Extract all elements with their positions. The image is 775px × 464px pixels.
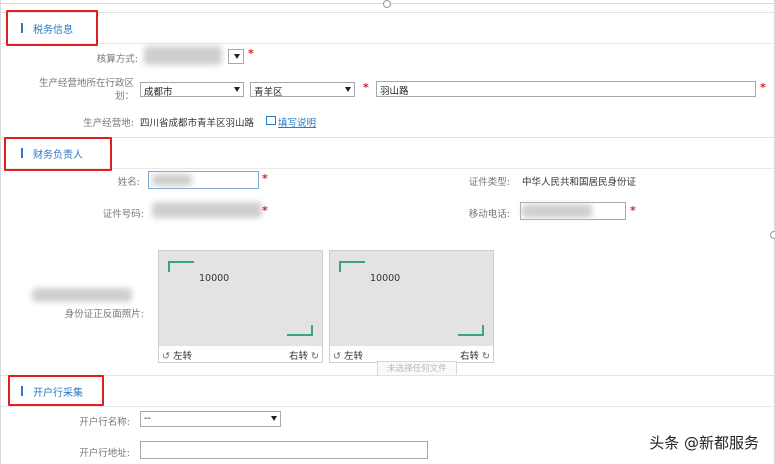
crop-corner-icon [339, 261, 365, 272]
city-select-value: 成都市 [144, 87, 173, 98]
required-mark: * [248, 47, 254, 60]
id-photo-label: 身份证正反面照片: [64, 309, 144, 320]
id-type-label: 证件类型: [468, 177, 510, 188]
resize-handle-right[interactable] [770, 231, 775, 239]
crop-corner-icon [287, 325, 313, 336]
watermark: 头条 @新都服务 [649, 434, 759, 452]
finance-section-header: 财务负责人 [1, 137, 774, 169]
photo-back-text: 10000 [370, 273, 401, 284]
bank-address-input[interactable] [140, 441, 428, 459]
rotate-right-icon: ↻ [311, 351, 319, 362]
rotate-right-icon: ↻ [482, 351, 490, 362]
required-mark: * [630, 204, 636, 217]
mobile-redacted [522, 204, 592, 218]
rotate-left-icon: ↺ [333, 351, 341, 362]
chevron-down-icon [271, 416, 277, 421]
id-photo-back[interactable]: 10000 [329, 250, 494, 347]
info-icon [266, 116, 276, 125]
accounting-method-label: 核算方式: [96, 54, 138, 65]
street-input[interactable]: 羽山路 [376, 81, 756, 97]
chevron-down-icon [345, 87, 351, 92]
bank-name-select[interactable]: -- [140, 411, 281, 427]
rotate-right-button-back[interactable]: 右转 ↻ [460, 348, 490, 362]
id-type-value: 中华人民共和国居民身份证 [522, 177, 637, 188]
highlight-box-tax [6, 10, 98, 46]
accounting-method-select[interactable] [228, 49, 244, 64]
mobile-label: 移动电话: [468, 209, 510, 220]
street-input-value: 羽山路 [380, 86, 409, 97]
bank-address-label: 开户行地址: [79, 448, 130, 459]
photo-front-rotate-bar: ↺ 左转 右转 ↻ [158, 346, 323, 363]
name-redacted [152, 174, 192, 186]
rotate-left-icon: ↺ [162, 351, 170, 362]
crop-corner-icon [168, 261, 194, 272]
id-photo-front[interactable]: 10000 [158, 250, 323, 347]
rotate-left-button-front[interactable]: ↺ 左转 [162, 348, 192, 362]
tax-section-header: 税务信息 [1, 12, 774, 44]
bank-section-header: 开户行采集 [1, 375, 774, 407]
accounting-method-redacted [144, 46, 222, 65]
photo-front-text: 10000 [199, 273, 230, 284]
rotate-right-button-front[interactable]: 右转 ↻ [289, 348, 319, 362]
required-mark: * [760, 81, 766, 94]
rotate-right-label: 右转 [459, 351, 479, 362]
highlight-box-bank [8, 375, 104, 406]
chevron-down-icon [234, 54, 240, 59]
city-select[interactable]: 成都市 [140, 82, 244, 98]
admin-region-label: 生产经营地所在行政区划： [38, 78, 134, 102]
district-select-value: 青羊区 [254, 87, 283, 98]
bank-name-select-value: -- [144, 413, 151, 424]
business-address-value: 四川省成都市青羊区羽山路 [140, 118, 255, 129]
photo-label-redacted [32, 288, 132, 302]
highlight-box-finance [4, 137, 112, 171]
id-number-label: 证件号码: [102, 209, 144, 220]
rotate-left-label: 左转 [173, 351, 193, 362]
id-number-redacted [152, 202, 262, 218]
required-mark: * [262, 172, 268, 185]
rotate-left-label: 左转 [344, 351, 364, 362]
resize-handle-top[interactable] [383, 0, 391, 8]
chevron-down-icon [234, 87, 240, 92]
crop-corner-icon [458, 325, 484, 336]
fill-guide-link[interactable]: 填写说明 [278, 115, 316, 129]
name-label: 姓名: [117, 177, 140, 188]
required-mark: * [363, 81, 369, 94]
bank-name-label: 开户行名称: [79, 417, 130, 428]
required-mark: * [262, 204, 268, 217]
rotate-left-button-back[interactable]: ↺ 左转 [333, 348, 363, 362]
business-address-label: 生产经营地: [83, 118, 134, 129]
district-select[interactable]: 青羊区 [250, 82, 355, 98]
rotate-right-label: 右转 [288, 351, 308, 362]
